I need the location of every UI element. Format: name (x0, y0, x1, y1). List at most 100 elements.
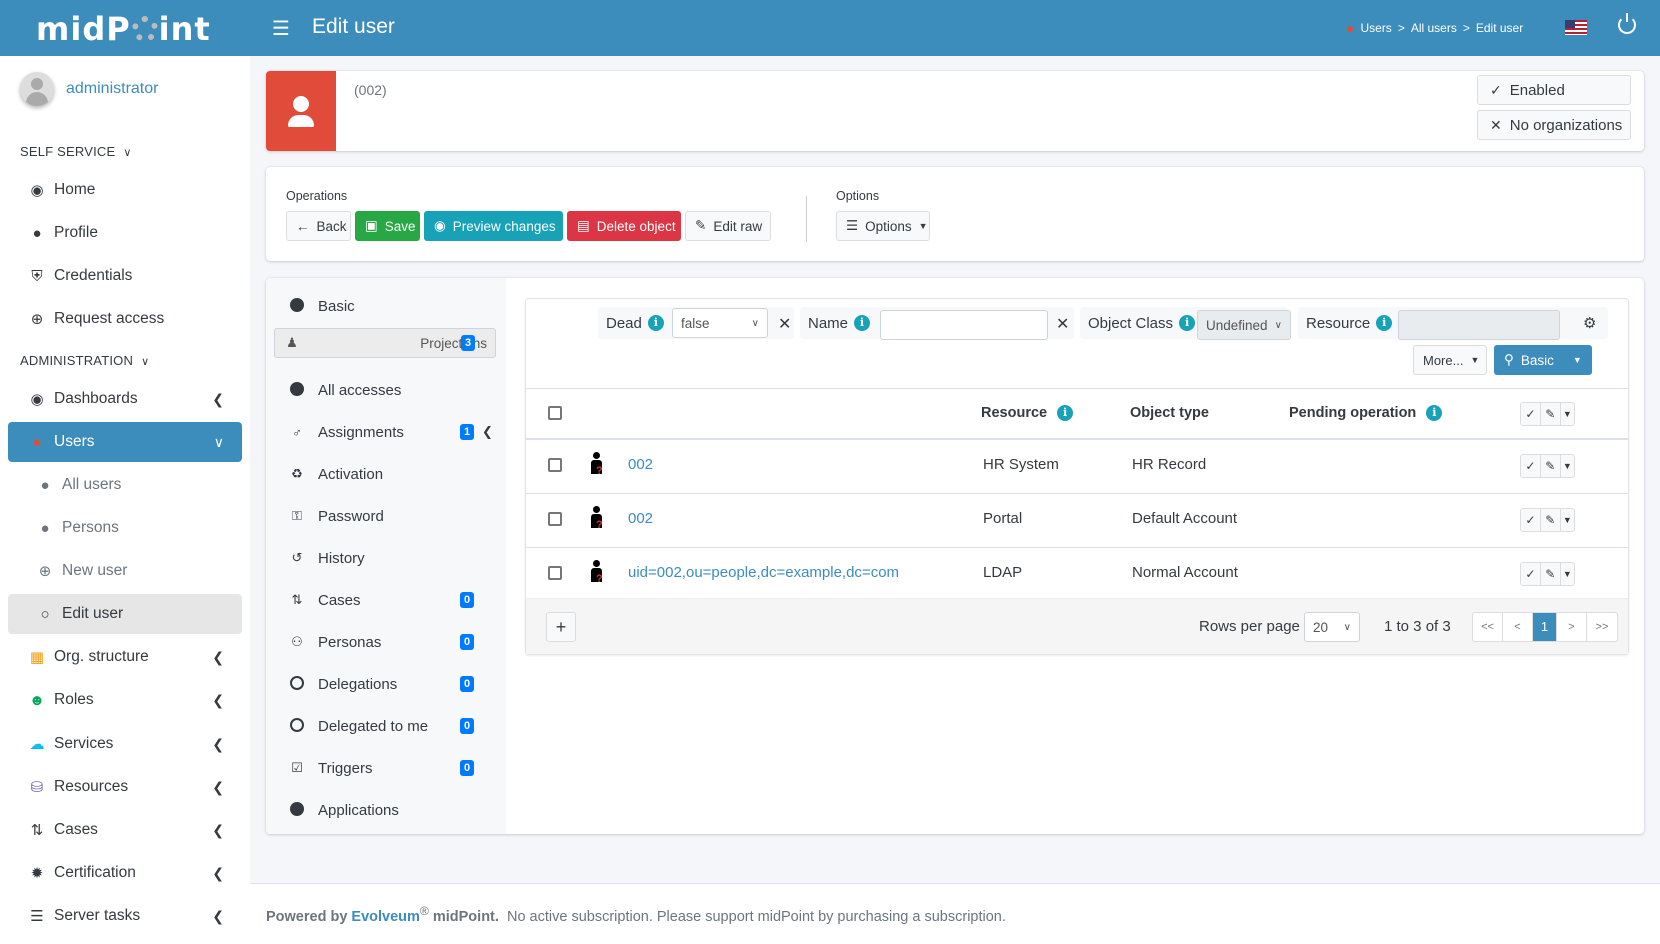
tab-assignments[interactable]: ♂ Assignments 1 ❮ (274, 412, 496, 452)
delete-object-button[interactable]: ▤ Delete object (567, 211, 681, 241)
edit-icon[interactable]: ✎ (1541, 455, 1561, 477)
sidebar-item-org-structure[interactable]: ▦ Org. structure ❮ (8, 637, 242, 677)
select-all-checkbox[interactable] (548, 406, 562, 420)
power-icon[interactable] (1618, 13, 1636, 34)
sidebar-item-label: Request access (54, 310, 165, 327)
object-class-select[interactable]: Undefined ∨ (1197, 310, 1291, 340)
projection-name-link[interactable]: uid=002,ou=people,dc=example,dc=com (628, 564, 899, 581)
sidebar-item-request-access[interactable]: ⊕ Request access (8, 299, 242, 339)
sidebar-item-certification[interactable]: ✹ Certification ❮ (8, 853, 242, 893)
evolveum-link[interactable]: Evolveum (351, 909, 420, 925)
options-dropdown[interactable]: ☰ Options ▼ (836, 211, 930, 241)
user-icon: ● (1346, 20, 1355, 36)
last-page-button[interactable]: >> (1587, 613, 1617, 641)
search-button[interactable]: ⚲ Basic ▼ (1494, 345, 1592, 375)
tab-password[interactable]: ⚿ Password (274, 496, 496, 536)
edit-icon: ✎ (695, 218, 707, 233)
breadcrumb-all-users[interactable]: All users (1411, 21, 1457, 35)
sidebar-item-all-users[interactable]: ● All users (8, 465, 242, 505)
info-icon[interactable]: i (1426, 405, 1443, 421)
us-flag-icon[interactable] (1565, 20, 1587, 35)
projection-name-link[interactable]: 002 (628, 456, 653, 473)
check-icon[interactable]: ✓ (1521, 509, 1541, 531)
sidebar-item-profile[interactable]: ● Profile (8, 213, 242, 253)
row-checkbox[interactable] (548, 512, 562, 526)
sidebar-item-credentials[interactable]: ⛨ Credentials (8, 256, 242, 296)
caret-down-icon[interactable]: ▼ (1561, 455, 1574, 477)
username-link[interactable]: administrator (66, 80, 158, 98)
column-object-type[interactable]: Object type (1130, 405, 1209, 421)
edit-icon[interactable]: ✎ (1541, 563, 1561, 585)
sidebar-item-home[interactable]: ◉ Home (8, 170, 242, 210)
tab-applications[interactable]: Applications (274, 790, 496, 830)
caret-down-icon[interactable]: ▼ (1561, 509, 1574, 531)
name-input[interactable] (880, 310, 1048, 340)
rows-per-page-select[interactable]: 20 ∨ (1304, 612, 1360, 642)
sidebar-item-users[interactable]: ● Users ∨ (8, 422, 242, 462)
row-checkbox[interactable] (548, 458, 562, 472)
sidebar-item-label: Resources (54, 778, 129, 795)
sidebar-item-label: Services (54, 735, 114, 752)
tab-triggers[interactable]: ☑ Triggers 0 (274, 748, 496, 788)
preview-changes-button[interactable]: ◉ Preview changes (424, 211, 563, 241)
next-page-button[interactable]: > (1557, 613, 1587, 641)
breadcrumb-users[interactable]: Users (1360, 21, 1391, 35)
more-button[interactable]: More... ▼ (1413, 345, 1487, 375)
check-icon[interactable]: ✓ (1521, 403, 1541, 425)
sidebar-item-new-user[interactable]: ⊕ New user (8, 551, 242, 591)
midpoint-logo[interactable]: midP int (36, 10, 211, 48)
clear-dead-icon[interactable]: ✕ (778, 314, 791, 334)
tab-activation[interactable]: ♻ Activation (274, 454, 496, 494)
sidebar-item-roles[interactable]: ☻ Roles ❮ (8, 680, 242, 720)
sidebar-item-services[interactable]: ☁ Services ❮ (8, 724, 242, 764)
caret-down-icon[interactable]: ▼ (1561, 563, 1574, 585)
add-projection-button[interactable]: + (546, 612, 576, 642)
tab-delegated-to-me[interactable]: Delegated to me 0 (274, 706, 496, 746)
sidebar-item-resources[interactable]: ⛁ Resources ❮ (8, 767, 242, 807)
section-administration[interactable]: ADMINISTRATION ∨ (20, 353, 149, 368)
section-self-service[interactable]: SELF SERVICE ∨ (20, 144, 132, 159)
tab-history[interactable]: ↺ History (274, 538, 496, 578)
info-icon[interactable]: i (1057, 405, 1074, 421)
tab-personas[interactable]: ⚇ Personas 0 (274, 622, 496, 662)
check-icon[interactable]: ✓ (1521, 563, 1541, 585)
column-label: Resource (981, 405, 1048, 421)
check-icon[interactable]: ✓ (1521, 455, 1541, 477)
sidebar-item-edit-user[interactable]: ○ Edit user (8, 594, 242, 634)
tab-all-accesses[interactable]: All accesses (274, 370, 496, 410)
first-page-button[interactable]: << (1473, 613, 1503, 641)
gear-icon[interactable]: ⚙ (1583, 314, 1596, 332)
edit-icon[interactable]: ✎ (1541, 509, 1561, 531)
info-icon[interactable]: i (1179, 315, 1196, 331)
edit-raw-button[interactable]: ✎ Edit raw (685, 211, 771, 241)
menu-toggle-icon[interactable]: ☰ (272, 16, 290, 41)
chevron-down-icon: ∨ (141, 356, 150, 368)
tab-projections[interactable]: ♟ Projections 3 (274, 328, 496, 358)
projection-name-link[interactable]: 002 (628, 510, 653, 527)
sidebar-item-dashboards[interactable]: ◉ Dashboards ❮ (8, 379, 242, 419)
sidebar-item-server-tasks[interactable]: ☰ Server tasks ❮ (8, 896, 242, 936)
save-button[interactable]: ▣ Save (355, 211, 420, 241)
column-pending-operation[interactable]: Pending operation i (1289, 405, 1443, 421)
info-icon[interactable]: i (1376, 315, 1393, 331)
resource-input[interactable] (1398, 310, 1560, 340)
edit-icon[interactable]: ✎ (1541, 403, 1561, 425)
info-icon[interactable]: i (854, 315, 871, 331)
caret-down-icon[interactable]: ▼ (1561, 403, 1574, 425)
tab-label: Basic (318, 297, 355, 315)
clear-name-icon[interactable]: ✕ (1056, 314, 1069, 334)
chevron-left-icon[interactable]: ❮ (482, 424, 493, 440)
back-button[interactable]: ← Back (286, 211, 351, 241)
tab-basic[interactable]: Basic (274, 286, 496, 326)
dead-select[interactable]: false ∨ (672, 308, 768, 338)
row-checkbox[interactable] (548, 566, 562, 580)
sidebar-item-persons[interactable]: ● Persons (8, 508, 242, 548)
page-1-button[interactable]: 1 (1533, 613, 1557, 641)
user-icon: ● (32, 433, 42, 451)
tab-delegations[interactable]: Delegations 0 (274, 664, 496, 704)
info-icon[interactable]: i (647, 315, 664, 331)
column-resource[interactable]: Resource i (981, 405, 1074, 421)
sidebar-item-cases[interactable]: ⇅ Cases ❮ (8, 810, 242, 850)
prev-page-button[interactable]: < (1503, 613, 1533, 641)
tab-cases[interactable]: ⇅ Cases 0 (274, 580, 496, 620)
